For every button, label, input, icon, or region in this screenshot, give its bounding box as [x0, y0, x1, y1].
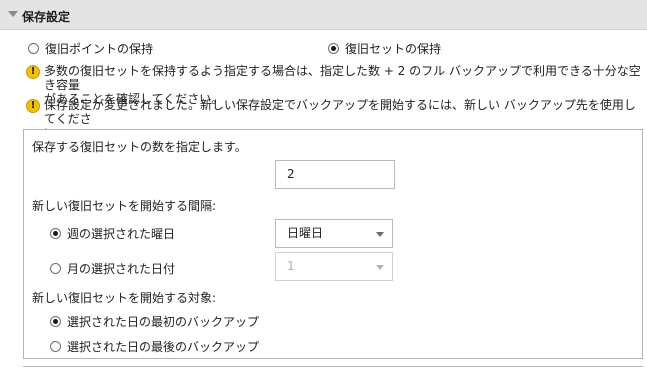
section-title: 保存設定: [22, 10, 71, 24]
start-interval-label: 新しい復旧セットを開始する間隔:: [32, 199, 217, 213]
first-backup-radio[interactable]: [50, 316, 61, 327]
recovery-set-count-label: 保存する復旧セットの数を指定します。: [32, 140, 247, 154]
recovery-set-count-input[interactable]: 2: [275, 160, 395, 189]
start-target-label: 新しい復旧セットを開始する対象:: [32, 291, 217, 305]
last-backup-option[interactable]: 選択された日の最後のバックアップ: [50, 338, 259, 355]
retain-recovery-points-option[interactable]: 復旧ポイントの保持: [28, 40, 153, 57]
weekday-option[interactable]: 週の選択された曜日: [50, 225, 175, 242]
monthday-radio[interactable]: [50, 263, 61, 274]
retain-recovery-points-label: 復旧ポイントの保持: [45, 42, 154, 56]
monthday-select-value: 1: [287, 259, 295, 273]
retain-recovery-points-radio[interactable]: [28, 43, 39, 54]
monthday-option[interactable]: 月の選択された日付: [50, 260, 175, 277]
monthday-option-label: 月の選択された日付: [67, 262, 176, 276]
collapse-triangle-icon[interactable]: [8, 11, 18, 17]
last-backup-radio[interactable]: [50, 341, 61, 352]
retain-recovery-sets-label: 復旧セットの保持: [345, 42, 442, 56]
last-backup-option-label: 選択された日の最後のバックアップ: [67, 340, 260, 354]
chevron-down-icon[interactable]: [376, 265, 384, 270]
chevron-down-icon[interactable]: [376, 232, 384, 237]
warning-icon: !: [26, 65, 40, 79]
retention-settings-header[interactable]: 保存設定: [0, 0, 647, 30]
weekday-select-value: 日曜日: [287, 226, 324, 240]
monthday-select[interactable]: 1: [275, 252, 393, 281]
weekday-radio[interactable]: [50, 228, 61, 239]
recovery-set-settings-panel: 保存する復旧セットの数を指定します。 2 新しい復旧セットを開始する間隔: 週の…: [23, 129, 643, 359]
weekday-select[interactable]: 日曜日: [275, 219, 393, 248]
retain-recovery-sets-option[interactable]: 復旧セットの保持: [328, 40, 441, 57]
retain-recovery-sets-radio[interactable]: [328, 43, 339, 54]
first-backup-option[interactable]: 選択された日の最初のバックアップ: [50, 313, 259, 330]
bottom-divider: [23, 366, 643, 367]
warning-icon: !: [26, 99, 40, 113]
first-backup-option-label: 選択された日の最初のバックアップ: [67, 315, 260, 329]
weekday-option-label: 週の選択された曜日: [67, 227, 176, 241]
